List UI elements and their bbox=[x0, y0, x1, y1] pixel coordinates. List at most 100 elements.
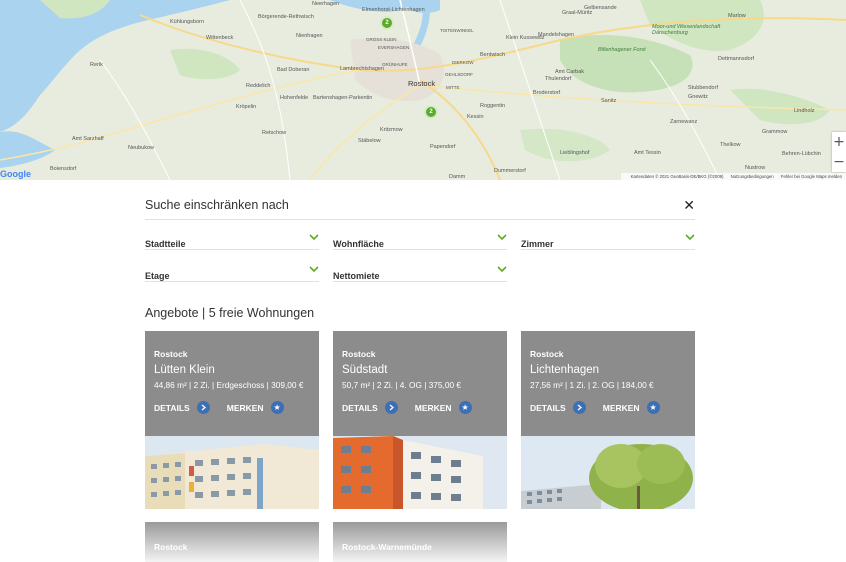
dropdown-stadtteile[interactable]: Stadtteile bbox=[145, 234, 319, 250]
map-label: Hohenfelde bbox=[280, 95, 309, 101]
dropdown-label: Zimmer bbox=[521, 239, 554, 249]
map-label: Marlow bbox=[728, 13, 746, 19]
map-label: Stubbendorf bbox=[688, 85, 718, 91]
map-label-district: GROSS KLEIN bbox=[366, 37, 397, 42]
map-label-district: GRÜNHUFE bbox=[382, 62, 408, 67]
offer-card[interactable]: Rostock Südstadt 50,7 m² | 2 Zi. | 4. OG… bbox=[333, 331, 507, 509]
offer-actions: DETAILS MERKEN ★ bbox=[342, 401, 498, 414]
map-label: Reddelich bbox=[246, 83, 271, 89]
offer-card[interactable]: Rostock Lütten Klein 44,86 m² | 2 Zi. | … bbox=[145, 331, 319, 509]
chevron-right-icon[interactable] bbox=[384, 401, 398, 414]
map-label-district: MITTE bbox=[446, 85, 460, 90]
map-label-district: GEHLSDORF bbox=[445, 72, 474, 77]
offer-city: Rostock bbox=[530, 349, 564, 359]
map-label: Kessin bbox=[467, 114, 484, 120]
details-button[interactable]: DETAILS bbox=[342, 403, 378, 413]
zoom-in-button[interactable]: + bbox=[832, 132, 846, 152]
map-label-park: Moor-und Wiesenlandschaft Dänschenburg bbox=[652, 24, 721, 36]
offer-photo bbox=[521, 436, 695, 509]
filter-header: Suche einschränken nach ✕ bbox=[145, 198, 695, 220]
map-label: Elmenhorst-Lichtenhagen bbox=[362, 7, 425, 13]
dropdown-label: Stadtteile bbox=[145, 239, 186, 249]
map-label: Sanitz bbox=[601, 98, 617, 104]
star-icon[interactable]: ★ bbox=[646, 401, 660, 414]
offer-city: Rostock bbox=[342, 349, 376, 359]
merken-button[interactable]: MERKEN bbox=[227, 403, 264, 413]
map-label: Boiensdorf bbox=[50, 166, 77, 172]
offer-card[interactable]: Rostock Lichtenhagen 27,56 m² | 1 Zi. | … bbox=[521, 331, 695, 509]
offer-card[interactable]: Rostock bbox=[145, 522, 319, 562]
offer-city: Rostock bbox=[154, 349, 188, 359]
map-label: Lindholz bbox=[794, 108, 815, 114]
map[interactable]: Neerhagen Elmenhorst-Lichtenhagen Kühlun… bbox=[0, 0, 846, 180]
dropdown-wohnflaeche[interactable]: Wohnfläche bbox=[333, 234, 507, 250]
map-report-link[interactable]: Fehler bei Google Maps melden bbox=[781, 174, 842, 179]
dropdown-label: Wohnfläche bbox=[333, 239, 384, 249]
map-label: Zarnewanz bbox=[670, 119, 698, 125]
details-button[interactable]: DETAILS bbox=[530, 403, 566, 413]
map-label: Thelkow bbox=[720, 142, 741, 148]
map-zoom-control: + − bbox=[832, 132, 846, 172]
chevron-down-icon bbox=[685, 234, 695, 241]
dropdown-zimmer[interactable]: Zimmer bbox=[521, 234, 695, 250]
offer-card-info: Rostock Lichtenhagen 27,56 m² | 1 Zi. | … bbox=[521, 331, 695, 436]
zoom-out-button[interactable]: − bbox=[832, 152, 846, 172]
map-label-city: Rostock bbox=[408, 79, 436, 88]
map-label: Klein Kussewitz bbox=[506, 35, 545, 41]
map-label: Gnewitz bbox=[688, 94, 708, 100]
offer-details-text: 44,86 m² | 2 Zi. | Erdgeschoss | 309,00 … bbox=[154, 380, 304, 390]
close-icon[interactable]: ✕ bbox=[683, 198, 695, 214]
offer-city: Rostock bbox=[154, 542, 188, 552]
offer-card-info: Rostock Lütten Klein 44,86 m² | 2 Zi. | … bbox=[145, 331, 319, 436]
offer-district: Lütten Klein bbox=[154, 364, 215, 376]
map-cluster-marker[interactable]: 2 bbox=[380, 16, 394, 30]
map-label: Graal-Müritz bbox=[562, 10, 593, 16]
map-label: Kritzmow bbox=[380, 127, 403, 133]
map-label: Lambrechtshagen bbox=[340, 66, 385, 72]
offer-actions: DETAILS MERKEN ★ bbox=[530, 401, 686, 414]
map-attribution: Kartendaten © 2021 GeoBasis-DE/BKG (©200… bbox=[630, 174, 724, 179]
dropdown-nettomiete[interactable]: Nettomiete bbox=[333, 266, 507, 282]
chevron-right-icon[interactable] bbox=[572, 401, 586, 414]
offer-card-info: Rostock Südstadt 50,7 m² | 2 Zi. | 4. OG… bbox=[333, 331, 507, 436]
merken-button[interactable]: MERKEN bbox=[415, 403, 452, 413]
offer-card[interactable]: Rostock-Warnemünde bbox=[333, 522, 507, 562]
chevron-down-icon bbox=[497, 234, 507, 241]
offer-details-text: 50,7 m² | 2 Zi. | 4. OG | 375,00 € bbox=[342, 380, 461, 390]
chevron-right-icon[interactable] bbox=[196, 401, 210, 414]
map-label: Thulendorf bbox=[545, 76, 572, 82]
map-label: Stäbelow bbox=[358, 138, 381, 144]
map-label: Nustrow bbox=[745, 165, 766, 171]
map-label: Neerhagen bbox=[312, 1, 340, 7]
map-label: Grammow bbox=[762, 129, 788, 135]
map-label-park: Billenhagener Forst bbox=[598, 47, 646, 53]
map-label: Wittenbeck bbox=[206, 35, 234, 41]
details-button[interactable]: DETAILS bbox=[154, 403, 190, 413]
offer-photo bbox=[145, 436, 319, 509]
star-icon[interactable]: ★ bbox=[458, 401, 472, 414]
map-label-district: TOITENWINKEL bbox=[440, 28, 474, 33]
map-label: Papendorf bbox=[430, 144, 456, 150]
map-label: Amt Tessin bbox=[634, 150, 661, 156]
map-label: Bartenshagen-Parkentin bbox=[313, 95, 373, 101]
chevron-down-icon bbox=[309, 234, 319, 241]
dropdown-label: Etage bbox=[145, 271, 170, 281]
map-label: Roggentin bbox=[480, 103, 506, 109]
merken-button[interactable]: MERKEN bbox=[603, 403, 640, 413]
map-label: Nienhagen bbox=[296, 33, 323, 39]
filter-title: Suche einschränken nach bbox=[145, 198, 289, 212]
dropdown-etage[interactable]: Etage bbox=[145, 266, 319, 282]
map-label: Kühlungsborn bbox=[170, 19, 204, 25]
map-terms-link[interactable]: Nutzungsbedingungen bbox=[731, 174, 774, 179]
map-label: Dummerstorf bbox=[494, 168, 526, 174]
map-cluster-marker[interactable]: 2 bbox=[424, 105, 438, 119]
map-label: Börgerende-Rethwisch bbox=[258, 14, 314, 20]
offers-title: Angebote | 5 freie Wohnungen bbox=[145, 306, 315, 320]
map-label: Rerik bbox=[90, 62, 103, 68]
map-label: Retschow bbox=[262, 130, 287, 136]
offer-city: Rostock-Warnemünde bbox=[342, 542, 432, 552]
map-label: Amt Carbak bbox=[555, 69, 585, 75]
map-label-district: EVERSHAGEN bbox=[378, 45, 410, 50]
star-icon[interactable]: ★ bbox=[270, 401, 284, 414]
map-label: Amt Sarzhaff bbox=[72, 136, 104, 142]
